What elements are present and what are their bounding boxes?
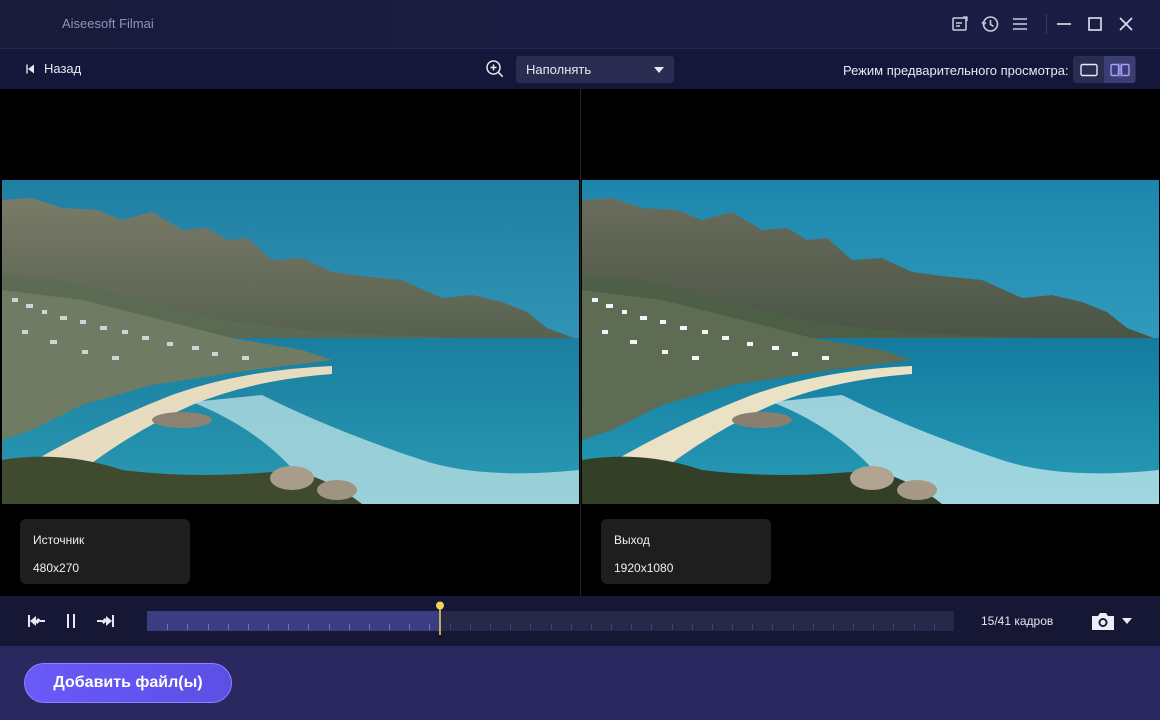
add-files-button[interactable]: Добавить файл(ы) xyxy=(24,663,232,703)
source-info-card: Источник 480x270 xyxy=(20,519,190,584)
camera-icon xyxy=(1092,613,1114,630)
footer-bar: Добавить файл(ы) xyxy=(0,646,1160,720)
single-view-icon[interactable] xyxy=(1073,56,1104,83)
frame-counter: 15/41 кадров xyxy=(981,614,1054,628)
split-divider xyxy=(580,89,581,596)
split-view-icon[interactable] xyxy=(1104,56,1135,83)
playback-bar: 15/41 кадров xyxy=(0,596,1160,646)
back-button[interactable]: Назад xyxy=(24,61,81,76)
source-resolution: 480x270 xyxy=(33,561,80,575)
prev-frame-icon[interactable] xyxy=(25,610,49,632)
pause-icon[interactable] xyxy=(59,610,83,632)
titlebar-separator xyxy=(1046,14,1047,34)
maximize-icon[interactable] xyxy=(1083,12,1107,36)
feedback-icon[interactable] xyxy=(948,12,972,36)
source-label: Источник xyxy=(33,533,85,547)
preview-mode-label: Режим предварительного просмотра: xyxy=(843,63,1069,78)
screenshot-button[interactable] xyxy=(1090,610,1132,632)
output-info-card: Выход 1920x1080 xyxy=(601,519,771,584)
preview-mode-toggle xyxy=(1073,56,1136,83)
title-bar: Aiseesoft Filmai xyxy=(0,0,1160,48)
next-frame-icon[interactable] xyxy=(93,610,117,632)
chevron-down-icon[interactable] xyxy=(1122,618,1132,624)
output-video-frame xyxy=(582,180,1159,504)
history-icon[interactable] xyxy=(978,12,1002,36)
back-label: Назад xyxy=(44,61,82,76)
coastal-scene-image xyxy=(2,180,579,504)
timeline-ticks xyxy=(167,624,935,630)
menu-icon[interactable] xyxy=(1008,12,1032,36)
preview-area: Источник 480x270 Выход 1920x1080 xyxy=(0,89,1160,596)
timeline-track[interactable] xyxy=(147,611,954,631)
output-resolution: 1920x1080 xyxy=(614,561,674,575)
playhead-handle[interactable] xyxy=(435,601,445,635)
minimize-icon[interactable] xyxy=(1052,12,1076,36)
source-video-frame xyxy=(2,180,579,504)
fill-mode-select[interactable]: Наполнять xyxy=(516,56,674,83)
back-arrow-icon xyxy=(26,64,34,73)
fill-mode-value: Наполнять xyxy=(526,62,592,77)
close-icon[interactable] xyxy=(1114,12,1138,36)
preview-toolbar: Назад Наполнять Режим предварительного п… xyxy=(0,48,1160,90)
chevron-down-icon xyxy=(654,66,664,73)
zoom-in-icon[interactable] xyxy=(485,59,505,84)
coastal-scene-image-enhanced xyxy=(582,180,1159,504)
app-title: Aiseesoft Filmai xyxy=(62,16,154,31)
output-label: Выход xyxy=(614,533,650,547)
